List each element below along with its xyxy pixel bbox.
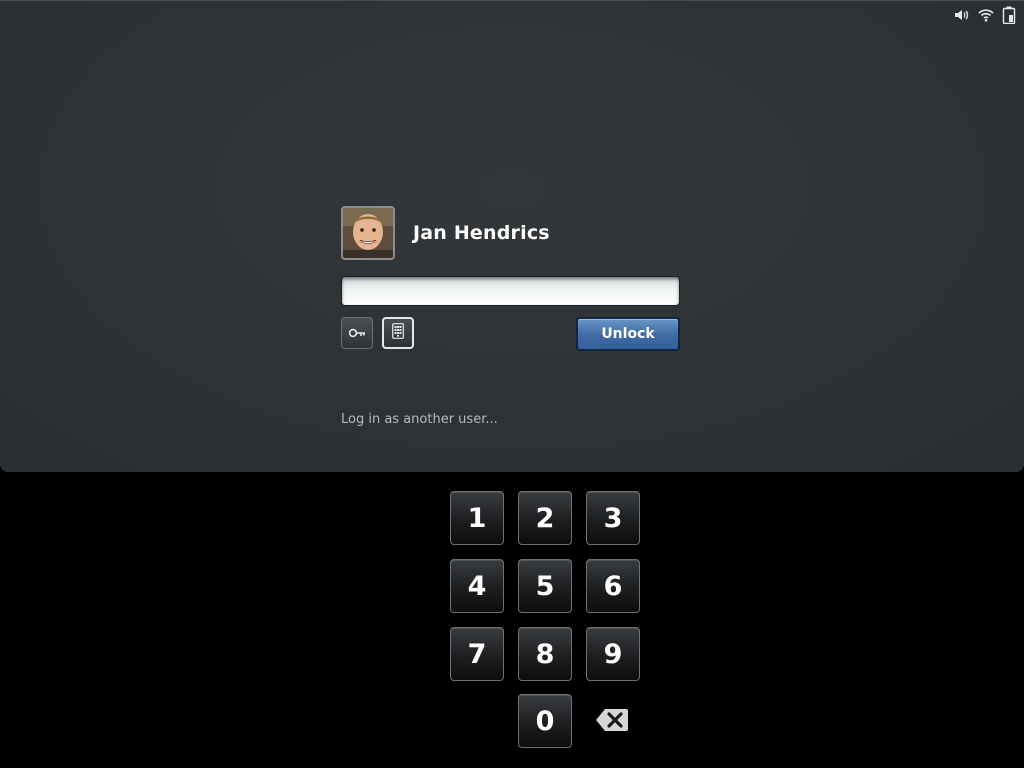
keypad-key-1[interactable]: 1 (450, 491, 504, 545)
password-input[interactable] (341, 276, 680, 306)
unlock-button[interactable]: Unlock (576, 317, 680, 351)
keypad-key-3[interactable]: 3 (586, 491, 640, 545)
key-icon (348, 324, 366, 343)
status-area[interactable] (954, 5, 1016, 25)
keypad-key-7[interactable]: 7 (450, 627, 504, 681)
keypad-key-8[interactable]: 8 (518, 627, 572, 681)
keypad-key-0[interactable]: 0 (518, 694, 572, 748)
backspace-icon (594, 705, 630, 735)
log-in-as-another-user-link[interactable]: Log in as another user... (341, 412, 498, 427)
user-row: Jan Hendrics (341, 206, 550, 260)
user-name: Jan Hendrics (413, 222, 550, 244)
backspace-button[interactable] (594, 705, 630, 735)
keypad-icon (392, 323, 404, 343)
lock-screen-panel: Jan Hendrics Unlock Log in as another us… (0, 0, 1024, 472)
volume-icon[interactable] (954, 7, 970, 23)
keypad-key-4[interactable]: 4 (450, 559, 504, 613)
battery-icon[interactable] (1002, 6, 1016, 24)
keypad-auth-button[interactable] (382, 317, 414, 349)
keypad-key-6[interactable]: 6 (586, 559, 640, 613)
keypad-key-5[interactable]: 5 (518, 559, 572, 613)
keypad-key-2[interactable]: 2 (518, 491, 572, 545)
avatar (341, 206, 395, 260)
wifi-icon[interactable] (978, 7, 994, 23)
keypad-key-9[interactable]: 9 (586, 627, 640, 681)
key-auth-button[interactable] (341, 317, 373, 349)
